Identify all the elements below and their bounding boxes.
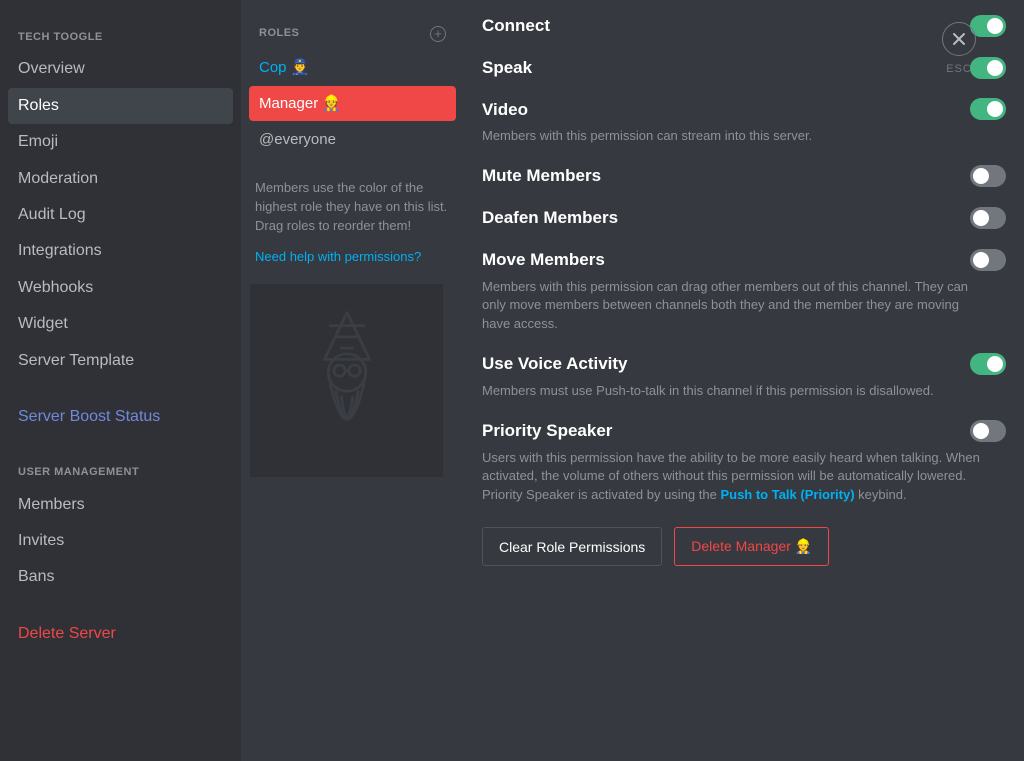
sidebar-item-delete-server[interactable]: Delete Server xyxy=(8,616,233,652)
role-item-everyone[interactable]: @everyone xyxy=(249,122,456,157)
sidebar-item-roles[interactable]: Roles xyxy=(8,88,233,124)
add-role-icon[interactable]: + xyxy=(430,26,446,42)
sidebar-item-server-boost[interactable]: Server Boost Status xyxy=(8,399,233,435)
permission-title: Speak xyxy=(482,56,532,80)
sidebar-item-integrations[interactable]: Integrations xyxy=(8,233,233,269)
sidebar-item-invites[interactable]: Invites xyxy=(8,523,233,559)
permission-title: Use Voice Activity xyxy=(482,352,628,376)
sidebar-item-members[interactable]: Members xyxy=(8,487,233,523)
roles-header: ROLES xyxy=(259,26,299,41)
roles-help-link[interactable]: Need help with permissions? xyxy=(249,248,456,266)
role-item-cop[interactable]: Cop 👮 xyxy=(249,50,456,85)
wizard-illustration xyxy=(250,284,443,477)
clear-permissions-button[interactable]: Clear Role Permissions xyxy=(482,527,662,566)
settings-sidebar: TECH TOOGLE Overview Roles Emoji Moderat… xyxy=(0,0,241,761)
permission-toggle[interactable] xyxy=(970,165,1006,187)
keybind-link[interactable]: Push to Talk (Priority) xyxy=(720,487,854,502)
sidebar-section-server: TECH TOOGLE xyxy=(8,24,233,51)
permission-row: Connect xyxy=(482,14,1006,38)
permission-title: Video xyxy=(482,98,528,122)
permission-toggle[interactable] xyxy=(970,420,1006,442)
permission-title: Priority Speaker xyxy=(482,419,612,443)
wizard-icon xyxy=(287,305,407,455)
role-item-manager[interactable]: Manager 👷 xyxy=(249,86,456,121)
permission-title: Deafen Members xyxy=(482,206,618,230)
permission-row: Speak xyxy=(482,56,1006,80)
sidebar-item-server-template[interactable]: Server Template xyxy=(8,343,233,379)
permission-row: Priority Speaker Users with this permissi… xyxy=(482,419,1006,505)
permission-description: Users with this permission have the abil… xyxy=(482,449,1006,506)
permission-row: Use Voice Activity Members must use Push-… xyxy=(482,352,1006,401)
esc-label: ESC xyxy=(946,62,972,77)
sidebar-item-audit-log[interactable]: Audit Log xyxy=(8,197,233,233)
delete-role-button[interactable]: Delete Manager 👷 xyxy=(674,527,829,566)
sidebar-item-overview[interactable]: Overview xyxy=(8,51,233,87)
permission-row: Video Members with this permission can st… xyxy=(482,98,1006,147)
sidebar-item-widget[interactable]: Widget xyxy=(8,306,233,342)
close-icon[interactable] xyxy=(942,22,976,56)
permission-row: Mute Members xyxy=(482,164,1006,188)
permission-row: Deafen Members xyxy=(482,206,1006,230)
permission-title: Connect xyxy=(482,14,550,38)
permission-row: Move Members Members with this permission… xyxy=(482,248,1006,334)
sidebar-item-webhooks[interactable]: Webhooks xyxy=(8,270,233,306)
sidebar-item-bans[interactable]: Bans xyxy=(8,559,233,595)
permission-toggle[interactable] xyxy=(970,207,1006,229)
permissions-content: Connect Speak Video Members with this permi… xyxy=(464,0,1024,761)
permission-toggle[interactable] xyxy=(970,98,1006,120)
permission-title: Mute Members xyxy=(482,164,601,188)
roles-panel: ROLES + Cop 👮 Manager 👷 @everyone Member… xyxy=(241,0,464,761)
sidebar-item-emoji[interactable]: Emoji xyxy=(8,124,233,160)
sidebar-section-user-management: USER MANAGEMENT xyxy=(8,459,233,486)
sidebar-item-moderation[interactable]: Moderation xyxy=(8,161,233,197)
permission-description: Members must use Push-to-talk in this ch… xyxy=(482,382,1006,401)
permission-title: Move Members xyxy=(482,248,605,272)
permission-description: Members with this permission can drag ot… xyxy=(482,278,1006,335)
permission-description: Members with this permission can stream … xyxy=(482,127,1006,146)
permission-toggle[interactable] xyxy=(970,249,1006,271)
permission-toggle[interactable] xyxy=(970,353,1006,375)
roles-note: Members use the color of the highest rol… xyxy=(249,179,456,236)
